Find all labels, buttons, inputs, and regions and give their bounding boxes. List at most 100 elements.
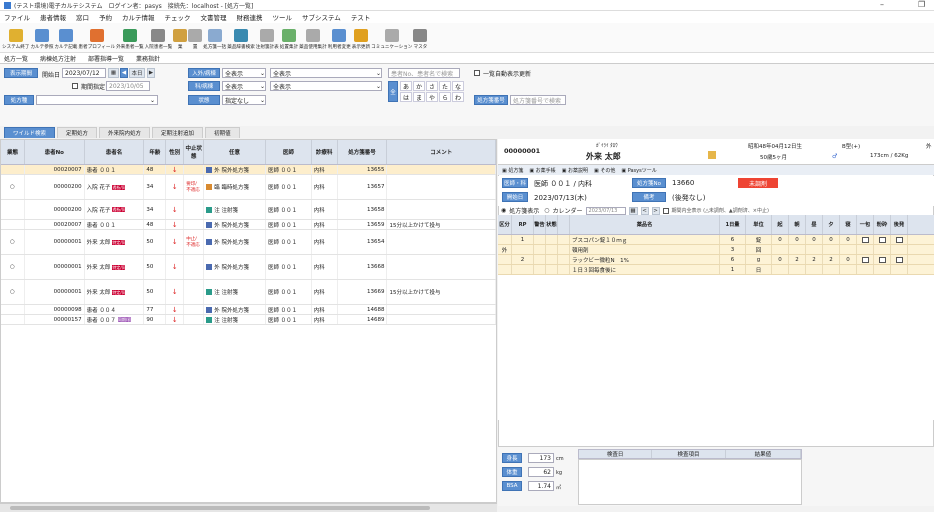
- rx-column-header[interactable]: 起: [772, 215, 789, 234]
- rx-column-header[interactable]: 区分: [498, 215, 512, 234]
- toolbar-button[interactable]: 利用者変更: [328, 29, 351, 50]
- toolbar-button[interactable]: 処方箋一括: [203, 29, 226, 50]
- toolbar-button[interactable]: カルテ参照: [30, 29, 53, 50]
- list-tab[interactable]: 外来院内処方: [99, 127, 151, 138]
- table-row[interactable]: ○ 00000200 入院 花子 透析/同期/初見 34 ↓ 要印/不適応臨 臨時処方箋 医師…: [1, 175, 496, 200]
- rxno-search-input[interactable]: 処方箋番号で検索: [510, 95, 566, 105]
- kana-button[interactable]: ら: [439, 92, 451, 102]
- radio-selected-icon[interactable]: ◉: [501, 207, 506, 214]
- rx-row[interactable]: 2 ラックビー微粒N 1% 6 g 0 2 2 2 0: [498, 255, 934, 265]
- minimize-button[interactable]: –: [880, 0, 884, 9]
- weight-field[interactable]: 62: [528, 467, 554, 477]
- rx-row[interactable]: １日３回毎食後に 1 日: [498, 265, 934, 275]
- rx-column-header[interactable]: [558, 215, 570, 234]
- toolbar-button[interactable]: 表示更新: [352, 29, 370, 50]
- menu-item[interactable]: チェック: [165, 12, 191, 22]
- restore-button[interactable]: ❐: [918, 0, 925, 9]
- horizontal-scrollbar[interactable]: [0, 503, 497, 512]
- column-header[interactable]: 患者No: [25, 140, 85, 164]
- toolbar-button[interactable]: 外来患者一覧: [116, 29, 144, 50]
- menu-item[interactable]: テスト: [351, 12, 371, 22]
- table-row[interactable]: 00000200 入院 花子 透析/同期/初見 34 ↓ 注 注射箋 医師 ００１ 内科 136…: [1, 200, 496, 220]
- column-header[interactable]: 診療科: [312, 140, 338, 164]
- bsa-button[interactable]: BSA: [502, 481, 522, 491]
- weight-button[interactable]: 体重: [502, 467, 522, 477]
- bsa-field[interactable]: 1.74: [528, 481, 554, 491]
- ward-select-2[interactable]: 全表示 ⌄: [270, 81, 382, 91]
- scrollbar-thumb[interactable]: [10, 506, 430, 510]
- list-tab[interactable]: 定期注射追加: [152, 127, 204, 138]
- toolbar-button[interactable]: 薬品辞書検索: [227, 29, 255, 50]
- column-header[interactable]: 医師: [266, 140, 312, 164]
- list-tab[interactable]: ワイルド検索: [4, 127, 56, 138]
- toolbar-button[interactable]: 患者プロフィール: [78, 29, 115, 50]
- status-button[interactable]: 状態: [188, 95, 220, 105]
- kana-button[interactable]: わ: [452, 92, 464, 102]
- calendar-date-field[interactable]: 2023/07/13: [585, 206, 626, 215]
- kana-button[interactable]: た: [439, 81, 451, 91]
- subtab[interactable]: 部署指導一覧: [88, 54, 124, 63]
- ward-select[interactable]: 全表示 ⌄: [222, 81, 266, 91]
- toolbar-button[interactable]: コミュニケーション: [371, 29, 412, 50]
- toolbar-button[interactable]: 入院患者一覧: [145, 29, 172, 50]
- rx-column-header[interactable]: 1日量: [720, 215, 746, 234]
- column-header[interactable]: 処方箋番号: [338, 140, 388, 164]
- rx-column-header[interactable]: 警告: [534, 215, 546, 234]
- inout-ward-button[interactable]: 入外/病棟: [188, 68, 220, 78]
- detail-toolbar-item[interactable]: ▣ Pasysツール: [621, 167, 656, 174]
- rx-column-header[interactable]: 夕: [823, 215, 840, 234]
- column-header[interactable]: 性別: [166, 140, 185, 164]
- note-button[interactable]: 備考: [632, 192, 666, 202]
- column-header[interactable]: 業態: [1, 140, 25, 164]
- toolbar-button[interactable]: システム終了: [2, 29, 29, 50]
- subtab[interactable]: 処方一覧: [4, 54, 28, 63]
- ward-button[interactable]: 科/病棟: [188, 81, 220, 91]
- table-row[interactable]: 00020007 患者 ００１ 48 ↓ 外 院外処方箋 医師 ００１ 内科 13655: [1, 165, 496, 175]
- table-row[interactable]: ○ 00000001 外来 太郎 特定/同期/初見 50 ↓ 中止/不適応外 院外処方箋 医師…: [1, 230, 496, 255]
- rx-column-header[interactable]: 一包: [857, 215, 874, 234]
- next-date-button[interactable]: ▶: [147, 68, 155, 78]
- start-date-field[interactable]: 2023/07/12: [62, 68, 106, 78]
- end-date-field[interactable]: 2023/10/05: [106, 81, 150, 91]
- height-button[interactable]: 身長: [502, 453, 522, 463]
- toolbar-button[interactable]: 業: [173, 29, 188, 50]
- rx-checkbox[interactable]: [861, 256, 869, 263]
- rx-column-header[interactable]: 粉砕: [874, 215, 891, 234]
- kana-button[interactable]: か: [413, 81, 425, 91]
- column-header[interactable]: 中止状態: [184, 140, 205, 164]
- subtab[interactable]: 業務指針: [136, 54, 160, 63]
- table-row[interactable]: 00000098 患者 ００４ 77 ↓ 外 院外処方箋 医師 ００１ 内科 14688: [1, 305, 496, 315]
- table-row[interactable]: 00020007 患者 ００１ 48 ↓ 外 院外処方箋 医師 ００１ 内科 13659 15分…: [1, 220, 496, 230]
- display-period-button[interactable]: 表示期間: [4, 68, 38, 78]
- detail-toolbar-item[interactable]: ▣ お薬手帳: [529, 167, 555, 174]
- rx-checkbox[interactable]: [878, 236, 886, 243]
- kana-button[interactable]: は: [400, 92, 412, 102]
- rx-type-select[interactable]: ⌄: [36, 95, 158, 105]
- prev-date-button[interactable]: ◀: [120, 68, 128, 78]
- rx-row[interactable]: 1 ブスコパン錠１０ｍｇ 6 錠 0 0 0 0 0: [498, 235, 934, 245]
- rx-row[interactable]: 外 頓用剤 3 回: [498, 245, 934, 255]
- menu-item[interactable]: ツール: [273, 12, 293, 22]
- rx-column-header[interactable]: RP: [512, 215, 534, 234]
- calendar-icon[interactable]: ▦: [108, 68, 119, 78]
- detail-toolbar-item[interactable]: ▣ お薬説明: [562, 167, 588, 174]
- column-header[interactable]: コメント: [387, 140, 496, 164]
- kana-all-button[interactable]: 全: [388, 81, 398, 102]
- cal-next-button[interactable]: >: [651, 206, 660, 215]
- kana-button[interactable]: あ: [400, 81, 412, 91]
- toolbar-button[interactable]: カルテ記載: [54, 29, 77, 50]
- table-row[interactable]: ○ 00000001 外来 太郎 特定/同期/初見 50 ↓ 注 注射箋 医師 ００１ 内科 13…: [1, 280, 496, 305]
- kana-button[interactable]: ま: [413, 92, 425, 102]
- detail-toolbar-item[interactable]: ▣ 処方箋: [502, 167, 523, 174]
- subtab[interactable]: 病棟処方注射: [40, 54, 76, 63]
- rxno-button[interactable]: 処方箋No: [632, 178, 666, 188]
- table-row[interactable]: ○ 00000001 外来 太郎 特定/同期/初見 50 ↓ 外 院外処方箋 医師 ００１ 内科…: [1, 255, 496, 280]
- lab-column-header[interactable]: 結果値: [726, 450, 802, 458]
- menu-item[interactable]: 財務連携: [237, 12, 263, 22]
- menu-item[interactable]: 文書管理: [201, 12, 227, 22]
- table-row[interactable]: 00000157 患者 ００７ 同期/初見 90 ↓ 注 注射箋 医師 ００１ 内科 14689: [1, 315, 496, 325]
- toolbar-button[interactable]: 薬品使用集計: [299, 29, 327, 50]
- menu-item[interactable]: ファイル: [4, 12, 30, 22]
- rx-column-header[interactable]: 昼: [806, 215, 823, 234]
- menu-item[interactable]: 窓口: [76, 12, 89, 22]
